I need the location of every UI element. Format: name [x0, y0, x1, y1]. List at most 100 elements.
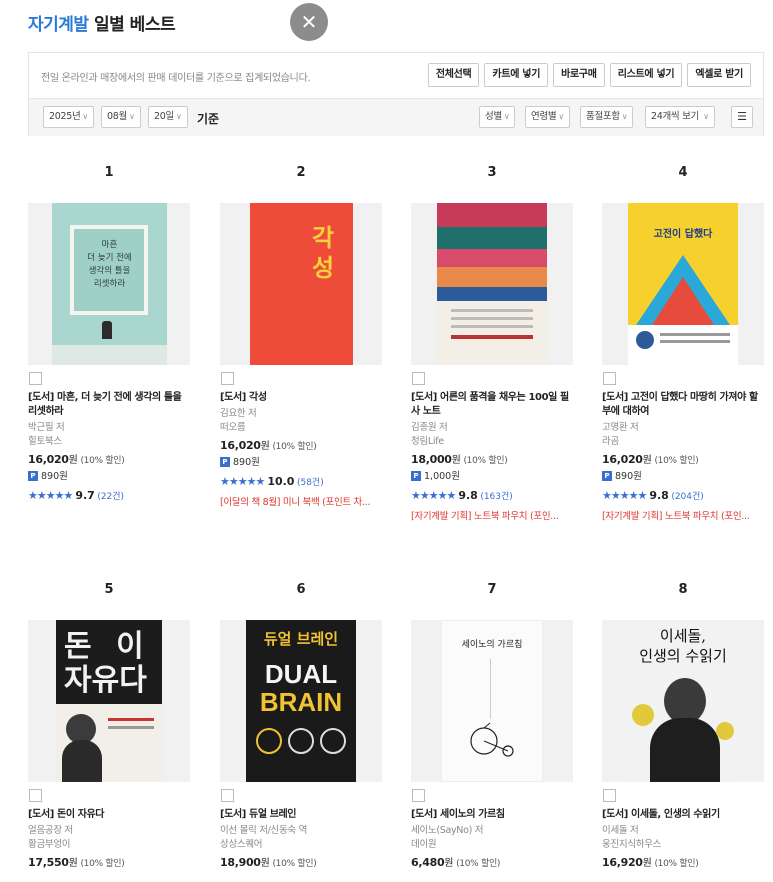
cover-text: DUAL	[264, 659, 338, 689]
book-title-link[interactable]: [도서] 각성	[220, 391, 382, 405]
promo-link[interactable]: [자기계발 기획] 노트북 파우치 (포인...	[411, 510, 573, 524]
select-all-button[interactable]: 전체선택	[427, 63, 480, 87]
promo-link[interactable]: [자기계발 기획] 노트북 파우치 (포인...	[602, 510, 764, 524]
add-to-list-button[interactable]: 리스트에 넣기	[609, 63, 683, 87]
chevron-down-icon: ∨	[128, 112, 135, 121]
cover-text: 인생의 수읽기	[639, 647, 727, 665]
book-publisher[interactable]: 상상스퀘어	[220, 838, 382, 852]
select-checkbox[interactable]	[29, 372, 42, 385]
book-author[interactable]: 김종원 저	[411, 421, 573, 435]
book-cover[interactable]: 이세돌, 인생의 수읽기	[602, 620, 764, 782]
book-cover[interactable]: 듀얼 브레인 DUAL BRAIN	[220, 620, 382, 782]
book-author[interactable]: 고명환 저	[602, 421, 764, 435]
book-cover[interactable]: 돈 이 자유다	[28, 620, 190, 782]
select-checkbox[interactable]	[29, 789, 42, 802]
select-checkbox[interactable]	[412, 789, 425, 802]
export-excel-button[interactable]: 엑셀로 받기	[687, 63, 751, 87]
book-publisher[interactable]: 웅진지식하우스	[602, 838, 764, 852]
review-count[interactable]: (22건)	[97, 492, 124, 502]
gender-select[interactable]: 성별 ∨	[479, 106, 516, 128]
promo-link[interactable]: [이달의 책 8월] 미니 북백 (포인트 차...	[220, 496, 382, 510]
book-author[interactable]: 박근필 저	[28, 421, 190, 435]
price-value: 16,020	[28, 453, 69, 466]
book-price: 16,920원 (10% 할인)	[602, 856, 764, 871]
rating-score: 9.8	[458, 489, 478, 502]
page-size-value: 24개씩 보기	[651, 111, 699, 122]
book-price: 16,020원 (10% 할인)	[28, 453, 190, 468]
book-author[interactable]: 이세돌 저	[602, 824, 764, 838]
book-title-link[interactable]: [도서] 어른의 품격을 채우는 100일 필사 노트	[411, 391, 573, 419]
list-view-icon[interactable]: ☰	[731, 106, 753, 128]
cover-text: 더 늦기 전에	[87, 253, 132, 263]
buy-now-button[interactable]: 바로구매	[553, 63, 605, 87]
point-icon: P	[220, 457, 230, 467]
book-title-link[interactable]: [도서] 고전이 답했다 마땅히 가져야 할 부에 대하여	[602, 391, 764, 419]
cover-text: 성	[312, 253, 335, 282]
price-unit: 원	[642, 455, 652, 466]
review-count[interactable]: (163건)	[480, 492, 512, 502]
month-select[interactable]: 08월 ∨	[101, 106, 141, 128]
book-cover[interactable]: 각 성	[220, 203, 382, 365]
select-checkbox[interactable]	[221, 789, 234, 802]
month-value: 08월	[107, 111, 127, 122]
chevron-down-icon: ∨	[503, 112, 510, 121]
book-cover[interactable]	[411, 203, 573, 365]
category-name[interactable]: 자기계발	[28, 15, 89, 35]
bestseller-toolbar: 전일 온라인과 매장에서의 판매 데이터를 기준으로 집계되었습니다. 전체선택…	[28, 52, 764, 136]
book-rating: ★★★★★ 10.0 (58건)	[220, 475, 382, 490]
soldout-value: 품절포함	[586, 111, 620, 122]
review-count[interactable]: (58건)	[297, 478, 324, 488]
book-cover[interactable]: 마흔 더 늦기 전에 생각의 틀을 리셋하라	[28, 203, 190, 365]
book-title-link[interactable]: [도서] 이세돌, 인생의 수읽기	[602, 808, 764, 822]
book-cover[interactable]: 고전이 답했다	[602, 203, 764, 365]
book-publisher[interactable]: 힐토북스	[28, 435, 190, 449]
book-publisher[interactable]: 라곰	[602, 435, 764, 449]
day-select[interactable]: 20일 ∨	[148, 106, 188, 128]
book-price: 18,000원 (10% 할인)	[411, 453, 573, 468]
price-unit: 원	[68, 455, 78, 466]
book-title-link[interactable]: [도서] 돈이 자유다	[28, 808, 190, 822]
add-to-cart-button[interactable]: 카트에 넣기	[484, 63, 549, 87]
rank-number: 2	[296, 165, 306, 180]
select-checkbox[interactable]	[603, 789, 616, 802]
book-info: [도서] 듀얼 브레인 이선 몰릭 저/신동숙 역 상상스퀘어 18,900원 …	[220, 808, 382, 871]
book-info: [도서] 이세돌, 인생의 수읽기 이세돌 저 웅진지식하우스 16,920원 …	[602, 808, 764, 871]
discount-rate: (10% 할인)	[654, 456, 699, 466]
book-publisher[interactable]: 데이원	[411, 838, 573, 852]
price-unit: 원	[260, 441, 270, 452]
rank-number: 4	[678, 165, 688, 180]
book-title-link[interactable]: [도서] 듀얼 브레인	[220, 808, 382, 822]
book-cover[interactable]: 세이노의 가르침	[411, 620, 573, 782]
book-publisher[interactable]: 황금부엉이	[28, 838, 190, 852]
rank-number: 5	[104, 582, 114, 597]
book-publisher[interactable]: 청림Life	[411, 435, 573, 449]
book-publisher[interactable]: 떠오름	[220, 421, 382, 435]
book-author[interactable]: 김요한 저	[220, 407, 382, 421]
soldout-select[interactable]: 품절포함 ∨	[580, 106, 634, 128]
book-author[interactable]: 세이노(SayNo) 저	[411, 824, 573, 838]
select-checkbox[interactable]	[221, 372, 234, 385]
book-points: P 890원	[28, 470, 190, 484]
age-select[interactable]: 연령별 ∨	[525, 106, 570, 128]
gender-value: 성별	[485, 111, 502, 122]
select-checkbox[interactable]	[412, 372, 425, 385]
book-title-link[interactable]: [도서] 마흔, 더 늦기 전에 생각의 틀을 리셋하라	[28, 391, 190, 419]
year-select[interactable]: 2025년 ∨	[43, 106, 94, 128]
book-price: 6,480원 (10% 할인)	[411, 856, 573, 871]
select-checkbox[interactable]	[603, 372, 616, 385]
book-title-link[interactable]: [도서] 세이노의 가르침	[411, 808, 573, 822]
cover-text: 생각의 틀을	[88, 266, 131, 276]
book-price: 16,020원 (10% 할인)	[602, 453, 764, 468]
review-count[interactable]: (204건)	[671, 492, 703, 502]
page-size-select[interactable]: 24개씩 보기 ∨	[645, 106, 715, 128]
book-author[interactable]: 얼음공장 저	[28, 824, 190, 838]
close-icon[interactable]: ✕	[290, 3, 328, 41]
book-author[interactable]: 이선 몰릭 저/신동숙 역	[220, 824, 382, 838]
book-rating: ★★★★★ 9.8 (204건)	[602, 489, 764, 504]
cover-text: 듀얼 브레인	[263, 630, 339, 648]
rating-score: 9.7	[75, 489, 95, 502]
price-value: 16,020	[602, 453, 643, 466]
point-icon: P	[602, 471, 612, 481]
price-unit: 원	[444, 858, 454, 869]
book-price: 17,550원 (10% 할인)	[28, 856, 190, 871]
